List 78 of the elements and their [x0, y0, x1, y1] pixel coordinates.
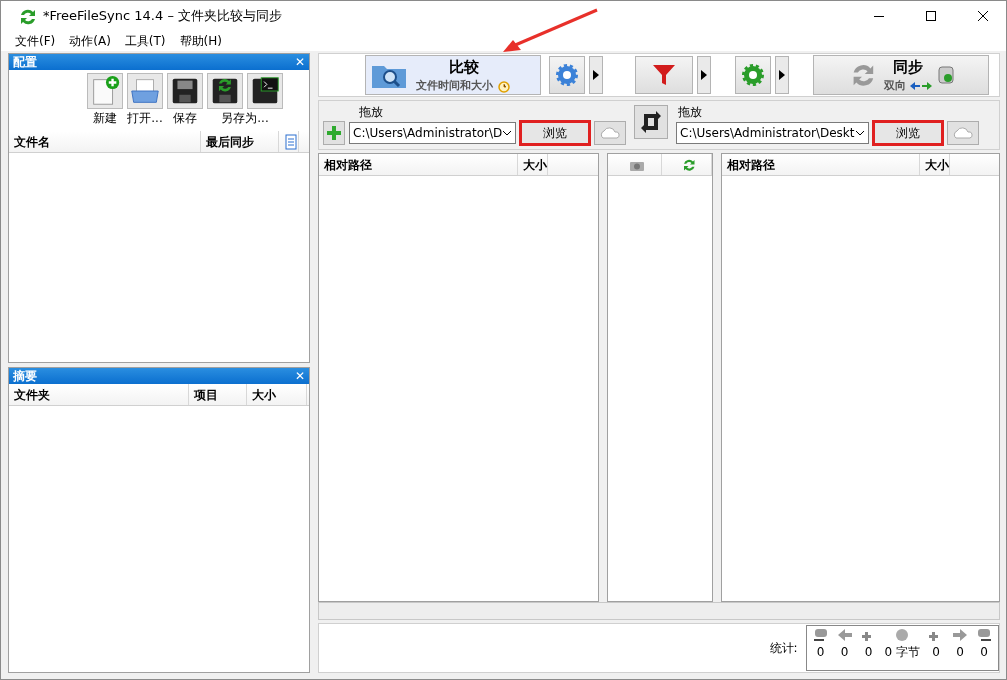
stat-count: 0 — [840, 644, 849, 661]
folder-path-dropdown[interactable]: C:\Users\Administrator\Deskt — [676, 122, 869, 144]
column-header[interactable]: 相对路径 — [319, 154, 518, 175]
chevron-icon — [502, 130, 512, 136]
stat-count: 0 — [816, 644, 825, 661]
filter-icon — [651, 62, 677, 88]
tool-label: 新建 — [93, 110, 117, 127]
stats-label: 统计: — [769, 640, 798, 657]
clock-icon — [497, 79, 511, 94]
menu-item[interactable]: 工具(T) — [124, 32, 166, 50]
column-header[interactable]: 相对路径 — [722, 154, 920, 175]
minimize-icon — [874, 15, 884, 17]
column-header[interactable]: 大小 — [920, 154, 950, 175]
drop-label: 拖放 — [359, 104, 384, 121]
sync-label: 同步 — [893, 56, 923, 78]
settings-icon — [554, 62, 580, 88]
cloud-icon — [952, 127, 974, 139]
menu-item[interactable]: 文件(F) — [15, 32, 56, 50]
caret-icon — [701, 70, 707, 80]
dropdown-button[interactable] — [775, 56, 789, 94]
new-file-button[interactable] — [87, 73, 123, 109]
caret-icon — [593, 70, 599, 80]
dropdown-button[interactable] — [697, 56, 711, 94]
swap-icon — [640, 110, 662, 134]
compare-button[interactable]: 比较 文件时间和大小 — [365, 55, 541, 95]
panel-title: 摘要 — [13, 368, 37, 385]
stat-count: 0 — [956, 644, 964, 661]
stat-count: 0 — [932, 644, 940, 661]
column-header[interactable]: 文件名 — [9, 131, 201, 152]
compare-mode: 文件时间和大小 — [416, 78, 493, 94]
caret-icon — [779, 70, 785, 80]
database-icon — [938, 65, 954, 85]
settings-button[interactable] — [549, 56, 585, 94]
stat-icon — [894, 627, 911, 643]
folder-path-dropdown[interactable]: C:\Users\Administrator\D — [349, 122, 516, 144]
settings-icon — [740, 62, 766, 88]
dropdown-button[interactable] — [589, 56, 603, 94]
close-button[interactable]: ✕ — [294, 367, 305, 385]
stat-icon — [812, 627, 829, 643]
open-folder-button[interactable] — [127, 73, 163, 109]
column-header[interactable]: 文件夹 — [9, 384, 189, 405]
cloud-icon — [599, 127, 621, 139]
drop-label: 拖放 — [678, 104, 703, 121]
floppy-sync-button[interactable] — [207, 73, 243, 109]
stat-count: 0 — [980, 644, 988, 661]
menu-item[interactable]: 动作(A) — [69, 32, 111, 50]
column-header[interactable]: 大小 — [247, 384, 307, 405]
plus-icon — [326, 125, 342, 141]
tool-label: 另存为... — [221, 110, 269, 127]
column-header[interactable]: 大小 — [518, 154, 548, 175]
column-header[interactable]: 项目 — [189, 384, 247, 405]
tool-label: 打开... — [127, 110, 163, 127]
compare-label: 比较 — [448, 56, 479, 78]
settings-button[interactable] — [735, 56, 771, 94]
list-icon — [284, 133, 298, 150]
tool-label: 保存 — [173, 110, 197, 127]
sync-direction: 双向 — [884, 78, 906, 94]
two-way-arrow-icon — [910, 81, 932, 92]
menu-item[interactable]: 帮助(H) — [179, 32, 222, 50]
maximize-icon — [926, 11, 936, 21]
floppy-disk-button[interactable] — [167, 73, 203, 109]
close-button[interactable]: ✕ — [294, 53, 305, 71]
chevron-icon — [855, 130, 865, 136]
sync-button[interactable]: 同步 双向 — [813, 55, 989, 95]
browse-button[interactable]: 浏览 — [520, 121, 590, 145]
window-title: *FreeFileSync 14.4 – 文件夹比较与同步 — [43, 7, 283, 26]
panel-title: 配置 — [13, 54, 37, 71]
stat-count: 0 字节 — [884, 644, 920, 661]
column-header[interactable]: 最后同步 — [201, 131, 279, 152]
stat-icon — [836, 627, 853, 643]
stat-icon — [976, 627, 992, 643]
stat-count: 0 — [864, 644, 873, 661]
floppy-terminal-button[interactable] — [247, 73, 283, 109]
swap-button[interactable] — [634, 105, 668, 139]
stat-icon — [952, 627, 968, 643]
browse-button[interactable]: 浏览 — [873, 121, 943, 145]
filter-button[interactable] — [635, 56, 693, 94]
close-icon — [978, 11, 988, 21]
